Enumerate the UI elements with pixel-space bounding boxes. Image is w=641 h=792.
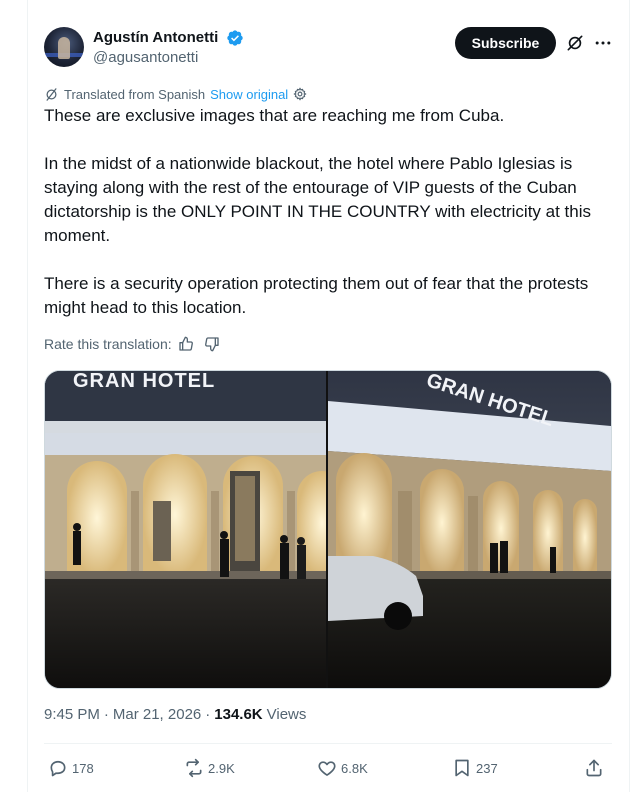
tweet: Agustín Antonetti @agusantonetti Subscri… — [28, 0, 628, 792]
author-handle[interactable]: @agusantonetti — [93, 49, 198, 66]
repost-icon — [186, 758, 202, 778]
divider — [44, 743, 612, 744]
tweet-time[interactable]: 9:45 PM — [44, 706, 100, 723]
views-count[interactable]: 134.6K — [214, 706, 262, 723]
bookmark-icon — [455, 759, 469, 777]
tweet-date[interactable]: Mar 21, 2026 — [113, 706, 201, 723]
bookmark-button[interactable]: 237 — [452, 756, 498, 780]
avatar[interactable] — [44, 27, 84, 67]
bookmark-count: 237 — [476, 760, 498, 776]
like-count: 6.8K — [341, 760, 368, 776]
reply-icon — [50, 760, 66, 777]
rate-translation: Rate this translation: — [44, 336, 220, 352]
repost-count: 2.9K — [208, 760, 235, 776]
rate-translation-label: Rate this translation: — [44, 336, 172, 352]
like-button[interactable]: 6.8K — [317, 756, 368, 780]
tweet-text: These are exclusive images that are reac… — [44, 104, 616, 344]
hotel-photo-left[interactable]: GRAN HOTEL — [45, 371, 326, 688]
tweet-metadata: 9:45 PM · Mar 21, 2026 · 134.6K Views — [44, 706, 306, 723]
tweet-paragraph: There is a security operation protecting… — [44, 274, 589, 317]
thumbs-up-icon[interactable] — [178, 336, 194, 352]
avatar-figure — [58, 37, 70, 59]
action-bar: 178 2.9K 6.8K 237 — [44, 756, 616, 780]
grok-icon[interactable] — [565, 33, 585, 53]
hotel-photo-right[interactable]: GRAN HOTEL — [328, 371, 611, 688]
settings-icon[interactable] — [293, 87, 307, 101]
reply-button[interactable]: 178 — [48, 756, 94, 780]
meta-separator: · — [103, 706, 109, 723]
thumbs-down-icon[interactable] — [204, 336, 220, 352]
left-hotel-sign: GRAN HOTEL — [73, 371, 215, 392]
translation-label: Translated from Spanish — [64, 86, 206, 102]
repost-button[interactable]: 2.9K — [184, 756, 235, 780]
share-button[interactable] — [584, 756, 608, 780]
timeline-border-right — [629, 0, 630, 792]
author-name[interactable]: Agustín Antonetti — [93, 29, 218, 46]
verified-badge-icon[interactable] — [226, 29, 244, 52]
heart-icon — [318, 761, 336, 776]
tweet-paragraph: In the midst of a nationwide blackout, t… — [44, 154, 592, 245]
subscribe-button[interactable]: Subscribe — [455, 27, 556, 59]
translate-icon — [46, 87, 57, 101]
tweet-paragraph: These are exclusive images that are reac… — [44, 106, 505, 125]
share-icon — [586, 759, 602, 777]
media-gallery[interactable]: GRAN HOTEL GRAN HOTEL — [44, 370, 612, 689]
meta-separator: · — [205, 706, 211, 723]
translation-notice: Translated from Spanish Show original — [44, 85, 307, 103]
views-label: Views — [266, 706, 307, 723]
more-icon[interactable] — [593, 33, 613, 53]
show-original-link[interactable]: Show original — [210, 87, 288, 102]
reply-count: 178 — [72, 760, 94, 776]
